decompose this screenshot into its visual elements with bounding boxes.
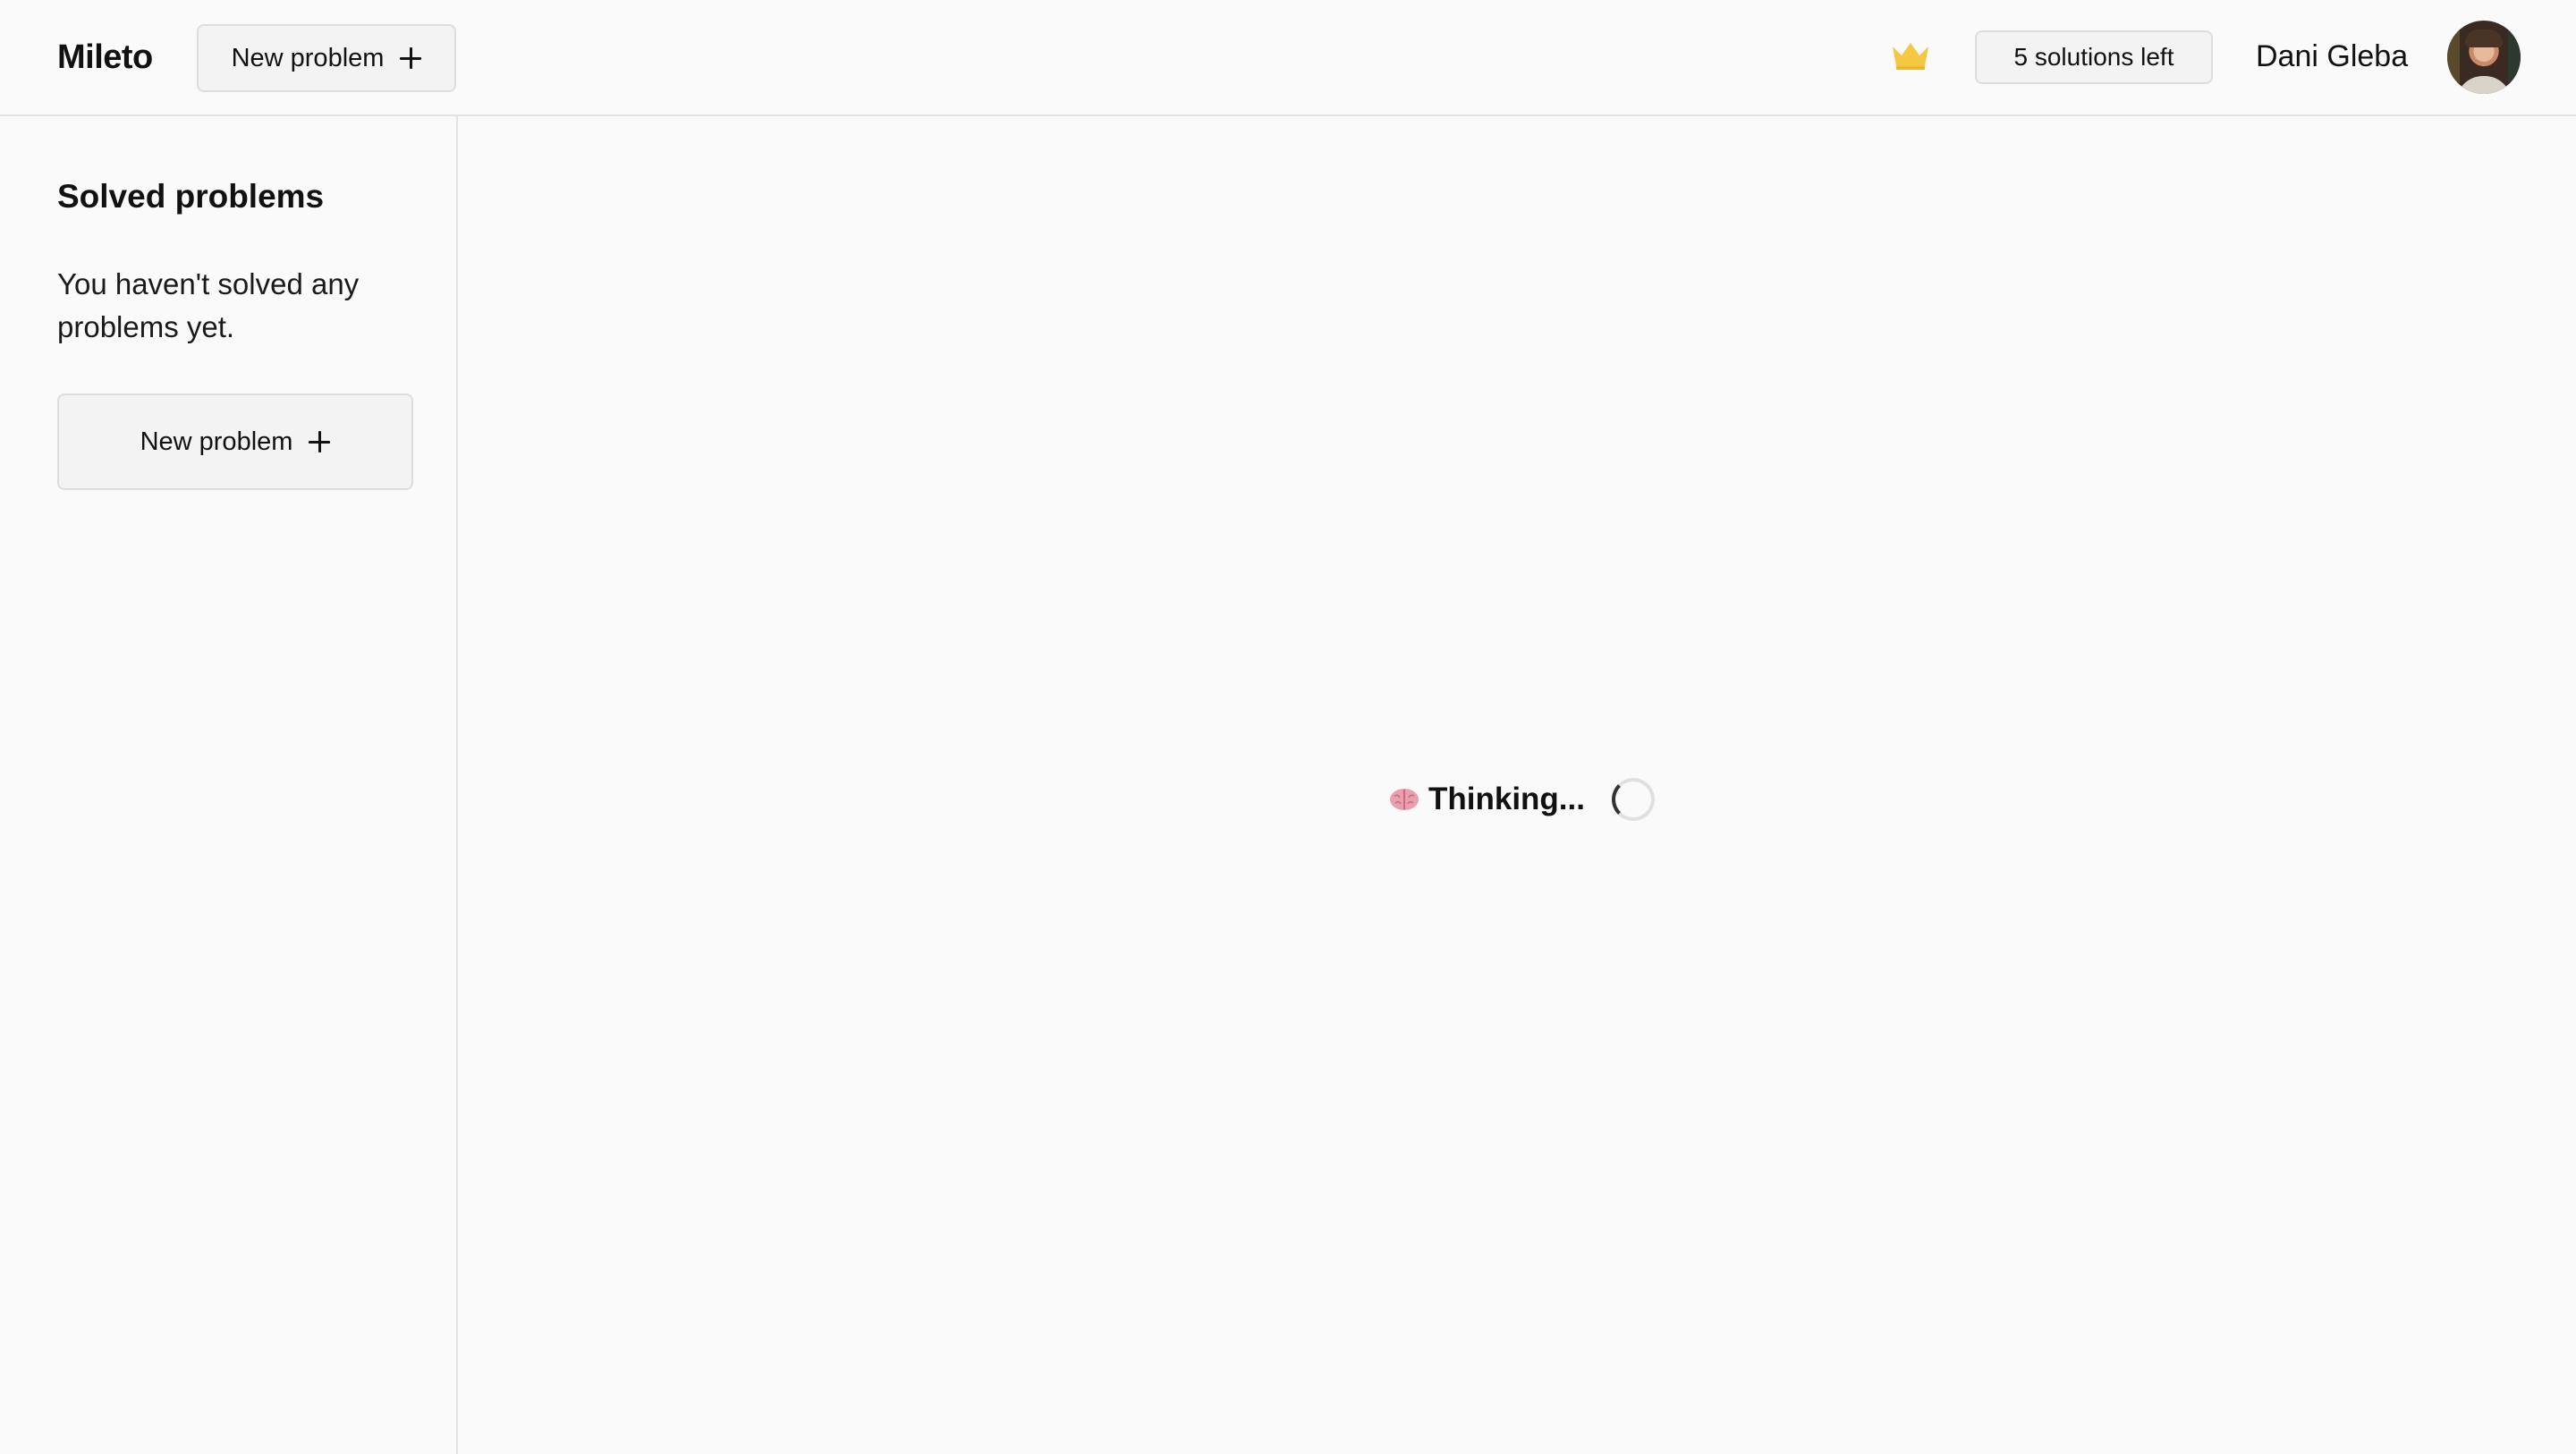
- new-problem-label: New problem: [231, 43, 385, 72]
- solutions-left-text: 5 solutions left: [2013, 43, 2174, 71]
- crown-icon[interactable]: [1889, 39, 1932, 72]
- top-header: Mileto New problem 5 solutions left Dani…: [0, 0, 2576, 116]
- solutions-left-badge: 5 solutions left: [1975, 30, 2213, 84]
- avatar[interactable]: [2447, 21, 2521, 94]
- sidebar: Solved problems You haven't solved any p…: [0, 116, 458, 1454]
- thinking-status: Thinking...: [1389, 778, 1655, 821]
- thinking-text: Thinking...: [1428, 782, 1585, 816]
- sidebar-new-problem-button[interactable]: New problem: [57, 393, 413, 490]
- sidebar-title: Solved problems: [57, 178, 325, 215]
- brain-icon: [1390, 789, 1419, 810]
- user-name[interactable]: Dani Gleba: [2256, 36, 2408, 77]
- app-title[interactable]: Mileto: [57, 36, 153, 79]
- new-problem-label: New problem: [140, 427, 293, 456]
- loading-spinner: [1611, 778, 1655, 821]
- plus-icon: [309, 431, 331, 452]
- header-new-problem-button[interactable]: New problem: [197, 24, 456, 92]
- plus-icon: [400, 47, 422, 69]
- main-content: Thinking...: [460, 118, 2576, 1454]
- empty-state-message: You haven't solved any problems yet.: [57, 267, 360, 343]
